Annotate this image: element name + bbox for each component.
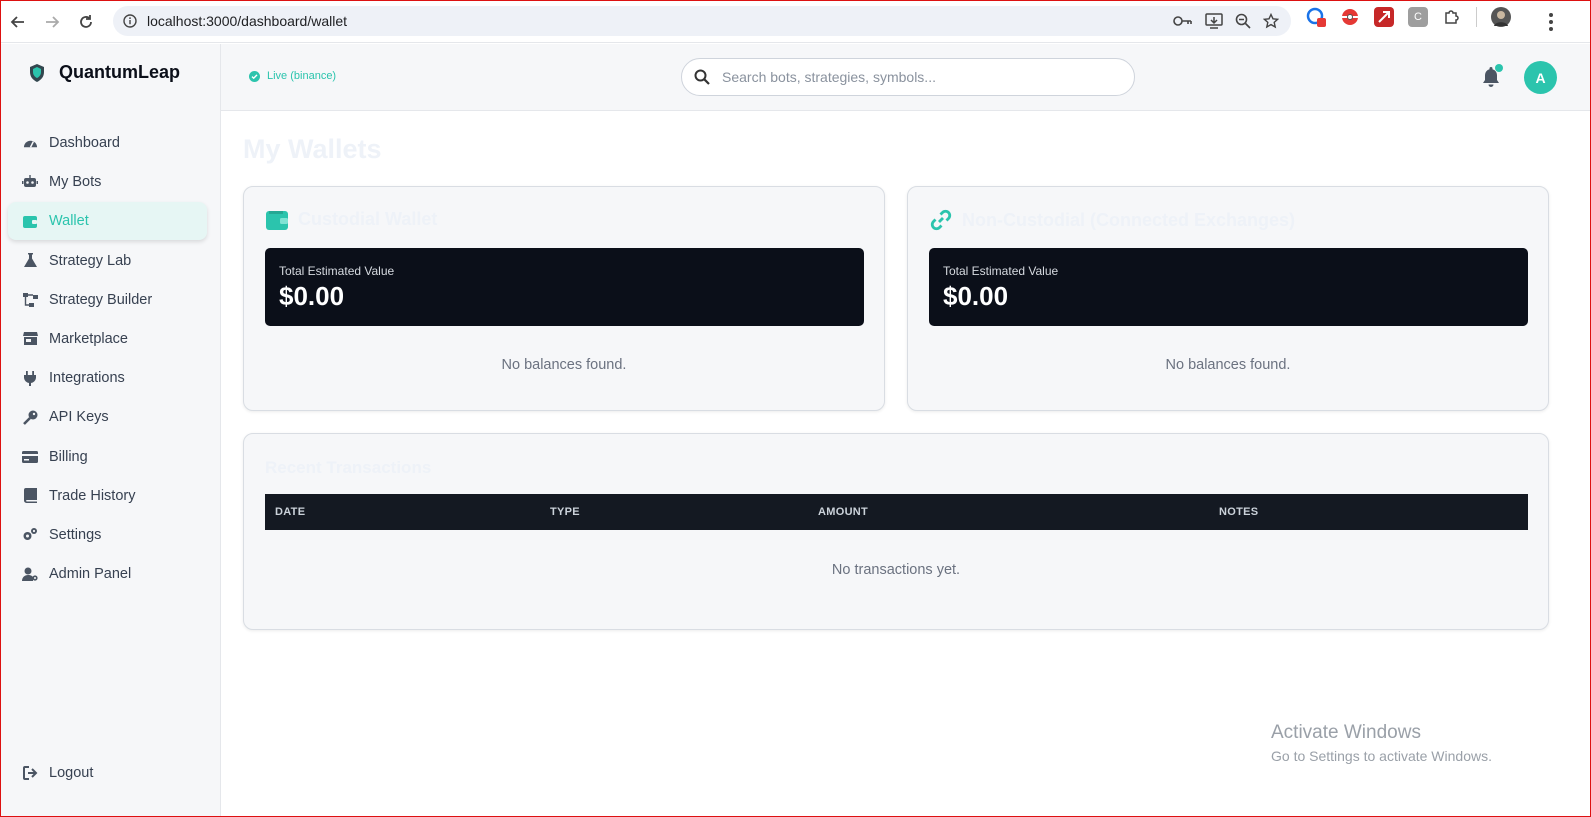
sidebar-menu: Dashboard My Bots Wallet Strategy Lab St… xyxy=(8,124,207,594)
card-title: Non-Custodial (Connected Exchanges) xyxy=(962,209,1296,230)
empty-balances: No balances found. xyxy=(1165,357,1291,373)
flask-icon xyxy=(22,253,38,269)
store-icon xyxy=(22,331,38,347)
password-key-icon[interactable] xyxy=(1173,14,1193,28)
extension-red-icon[interactable] xyxy=(1374,7,1394,27)
sidebar: QuantumLeap Dashboard My Bots Wallet Str… xyxy=(1,44,221,816)
browser-toolbar: localhost:3000/dashboard/wallet C xyxy=(1,1,1590,43)
browser-menu-icon[interactable] xyxy=(1541,9,1561,35)
sidebar-item-label: Strategy Lab xyxy=(49,252,132,269)
column-header-date[interactable]: DATE xyxy=(275,506,305,518)
watermark-line2: Go to Settings to activate Windows. xyxy=(1271,748,1492,764)
sidebar-item-label: Trade History xyxy=(49,487,136,504)
sidebar-item-trade-history[interactable]: Trade History xyxy=(8,477,207,515)
sidebar-item-label: API Keys xyxy=(49,409,109,426)
book-icon xyxy=(22,488,38,504)
watermark-line1: Activate Windows xyxy=(1271,722,1421,743)
card-title: Recent Transactions xyxy=(265,458,432,477)
sidebar-item-api-keys[interactable]: API Keys xyxy=(8,398,207,436)
value-amount: $0.00 xyxy=(279,281,345,311)
windows-activation-watermark: Activate Windows Go to Settings to activ… xyxy=(1271,722,1492,764)
top-header: Live (binance) A xyxy=(221,44,1590,111)
extension-blue-icon[interactable] xyxy=(1306,7,1326,27)
value-amount: $0.00 xyxy=(943,281,1009,311)
back-icon[interactable] xyxy=(1,5,35,39)
sidebar-item-strategy-lab[interactable]: Strategy Lab xyxy=(8,242,207,280)
sidebar-item-my-bots[interactable]: My Bots xyxy=(8,163,207,201)
search-icon xyxy=(694,69,710,85)
wallet-icon xyxy=(266,210,288,230)
non-custodial-wallet-card: Non-Custodial (Connected Exchanges) Tota… xyxy=(907,186,1549,411)
custodial-wallet-card: Custodial Wallet Total Estimated Value $… xyxy=(243,186,885,411)
sidebar-item-settings[interactable]: Settings xyxy=(8,516,207,554)
table-header: DATE TYPE AMOUNT NOTES xyxy=(265,494,1528,530)
user-avatar[interactable]: A xyxy=(1524,61,1557,94)
sidebar-item-admin-panel[interactable]: Admin Panel xyxy=(8,555,207,593)
connection-status: Live (binance) xyxy=(249,70,336,82)
gauge-icon xyxy=(22,135,38,151)
extensions-puzzle-icon[interactable] xyxy=(1442,7,1462,27)
sidebar-item-label: Billing xyxy=(49,448,88,465)
status-text: Live (binance) xyxy=(267,70,337,82)
value-label: Total Estimated Value xyxy=(279,264,395,278)
total-value-box: Total Estimated Value $0.00 xyxy=(265,248,864,326)
sidebar-item-label: Dashboard xyxy=(49,135,120,151)
column-header-amount[interactable]: AMOUNT xyxy=(818,506,868,518)
total-value-box: Total Estimated Value $0.00 xyxy=(929,248,1528,326)
diagram-icon xyxy=(22,292,38,308)
recent-transactions-card: Recent Transactions DATE TYPE AMOUNT NOT… xyxy=(243,433,1549,630)
sidebar-item-label: Strategy Builder xyxy=(49,291,153,308)
credit-card-icon xyxy=(22,449,38,465)
install-app-icon[interactable] xyxy=(1205,13,1223,29)
sidebar-item-marketplace[interactable]: Marketplace xyxy=(8,320,207,358)
sidebar-item-label: Settings xyxy=(49,526,102,543)
sidebar-item-label: Wallet xyxy=(49,213,89,230)
url-text: localhost:3000/dashboard/wallet xyxy=(147,13,348,29)
notification-dot xyxy=(1495,64,1503,72)
brand-logo-icon xyxy=(30,63,44,82)
gears-icon xyxy=(22,527,38,543)
robot-icon xyxy=(22,174,38,190)
address-bar[interactable]: localhost:3000/dashboard/wallet xyxy=(113,6,1291,36)
value-label: Total Estimated Value xyxy=(943,264,1059,278)
sidebar-item-strategy-builder[interactable]: Strategy Builder xyxy=(8,281,207,319)
forward-icon[interactable] xyxy=(35,5,69,39)
extension-pokeball-icon[interactable] xyxy=(1340,7,1360,27)
wallet-icon xyxy=(22,213,38,229)
zoom-icon[interactable] xyxy=(1235,13,1251,29)
site-info-icon[interactable] xyxy=(123,14,137,28)
sidebar-item-label: Admin Panel xyxy=(49,566,132,583)
plug-icon xyxy=(22,370,38,386)
card-title: Custodial Wallet xyxy=(298,209,438,229)
link-icon xyxy=(930,209,952,231)
logout-icon xyxy=(22,765,38,781)
sidebar-item-label: Marketplace xyxy=(49,330,128,347)
column-header-notes[interactable]: NOTES xyxy=(1219,506,1258,518)
profile-avatar-icon[interactable] xyxy=(1491,7,1511,27)
user-gear-icon xyxy=(22,566,38,582)
bookmark-star-icon[interactable] xyxy=(1263,13,1279,29)
column-header-type[interactable]: TYPE xyxy=(550,506,580,518)
empty-balances: No balances found. xyxy=(501,357,627,373)
sidebar-item-integrations[interactable]: Integrations xyxy=(8,359,207,397)
search-box[interactable] xyxy=(681,58,1135,96)
empty-transactions: No transactions yet. xyxy=(831,562,961,578)
brand-name: QuantumLeap xyxy=(59,62,181,82)
sidebar-item-wallet[interactable]: Wallet xyxy=(8,202,207,241)
sidebar-item-label: My Bots xyxy=(49,174,102,191)
key-icon xyxy=(22,409,38,425)
sidebar-item-billing[interactable]: Billing xyxy=(8,438,207,476)
notifications-button[interactable] xyxy=(1481,64,1503,93)
reload-icon[interactable] xyxy=(69,5,103,39)
sidebar-item-label: Integrations xyxy=(49,370,125,387)
brand[interactable]: QuantumLeap xyxy=(27,62,180,83)
search-input[interactable] xyxy=(720,68,1110,86)
check-circle-icon xyxy=(249,70,260,82)
extension-gray-icon[interactable]: C xyxy=(1408,7,1428,27)
logout-label: Logout xyxy=(49,765,94,781)
sidebar-item-dashboard[interactable]: Dashboard xyxy=(8,124,207,162)
logout-button[interactable]: Logout xyxy=(8,754,207,792)
page-title: My Wallets xyxy=(243,134,382,164)
